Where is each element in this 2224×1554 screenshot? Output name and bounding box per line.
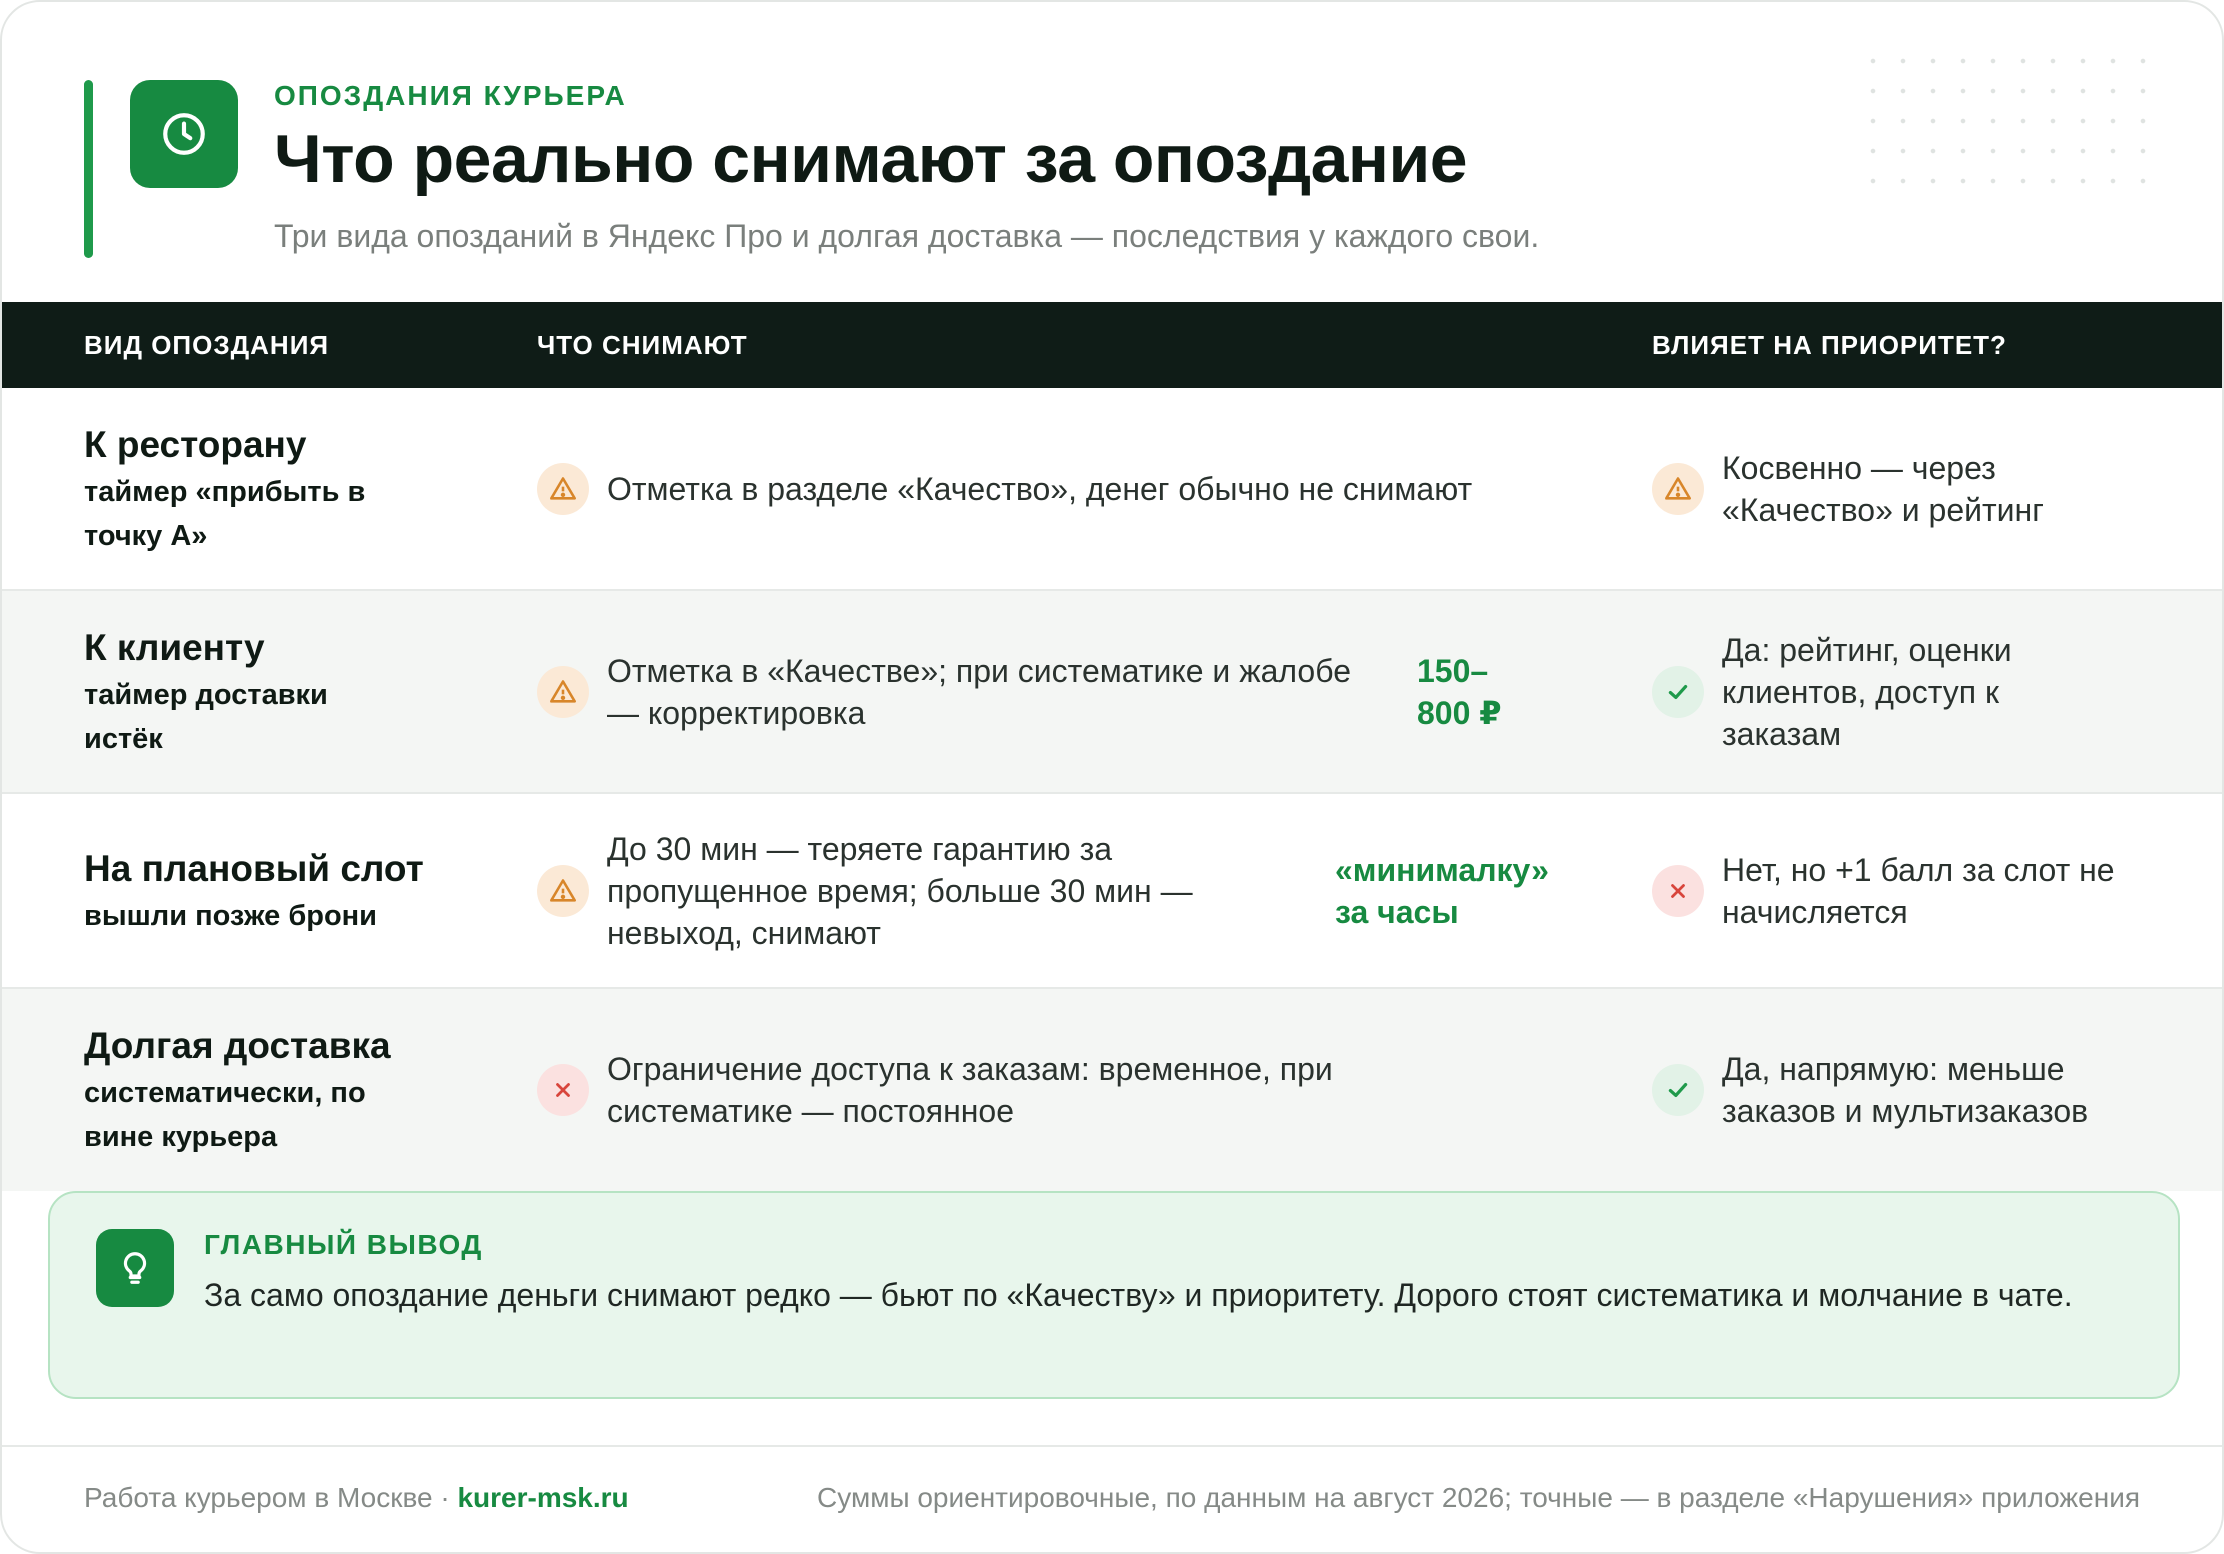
column-header-penalty: ЧТО СНИМАЮТ (537, 329, 748, 360)
footer-note: Суммы ориентировочные, по данным на авгу… (817, 1482, 2140, 1513)
cross-icon (1652, 865, 1704, 917)
lateness-type-subtitle: систематически, по вине курьера (84, 1077, 366, 1153)
penalty-text: Отметка в «Качестве»; при систематике и … (607, 652, 1351, 731)
table-row: К ресторану таймер «прибыть в точку А» О… (2, 388, 2222, 591)
lateness-type-cell: К клиенту таймер доставки истёк (84, 591, 504, 792)
lateness-type-subtitle: таймер «прибыть в точку А» (84, 475, 366, 552)
clock-icon (130, 80, 238, 188)
check-icon (1652, 666, 1704, 718)
lateness-type-title: К клиенту (84, 626, 265, 668)
table-header: ВИД ОПОЗДАНИЯ ЧТО СНИМАЮТ ВЛИЯЕТ НА ПРИО… (2, 302, 2222, 388)
table-row: На плановый слот вышли позже брони До 30… (2, 794, 2222, 989)
penalty-text: До 30 мин — теряете гарантию за пропущен… (607, 830, 1193, 951)
footer-divider (2, 1445, 2222, 1447)
conclusion-text: За само опоздание деньги снимают редко —… (204, 1277, 2073, 1313)
warning-icon (1652, 463, 1704, 515)
lateness-type-cell: Долгая доставка систематически, по вине … (84, 989, 504, 1191)
priority-text: Нет, но +1 балл за слот не начисляется (1722, 851, 2115, 930)
footer-source: Работа курьером в Москве · kurer-msk.ru (84, 1482, 629, 1514)
column-header-priority: ВЛИЯЕТ НА ПРИОРИТЕТ? (1652, 329, 2007, 360)
check-icon (1652, 1064, 1704, 1116)
table-row: К клиенту таймер доставки истёк Отметка … (2, 591, 2222, 794)
priority-text: Косвенно — через «Качество» и рейтинг (1722, 449, 2044, 528)
conclusion-box: ГЛАВНЫЙ ВЫВОД За само опоздание деньги с… (48, 1191, 2180, 1399)
penalty-text: Ограничение доступа к заказам: временное… (607, 1051, 1333, 1129)
infographic-card: ОПОЗДАНИЯ КУРЬЕРА Что реально снимают за… (0, 0, 2224, 1554)
penalty-amount: «минималку» за часы (1335, 851, 1549, 930)
warning-icon (537, 666, 589, 718)
page-title: Что реально снимают за опоздание (274, 121, 1468, 197)
lateness-type-title: К ресторану (84, 423, 307, 465)
column-header-type: ВИД ОПОЗДАНИЯ (84, 329, 330, 360)
eyebrow-label: ОПОЗДАНИЯ КУРЬЕРА (274, 80, 627, 111)
warning-icon (537, 463, 589, 515)
footer-source-text: Работа курьером в Москве · (84, 1482, 458, 1513)
lateness-type-cell: На плановый слот вышли позже брони (84, 794, 504, 987)
priority-text: Да, напрямую: меньше заказов и мультизак… (1722, 1051, 2089, 1129)
header-accent-bar (84, 80, 93, 258)
penalty-text: Отметка в разделе «Качество», денег обыч… (607, 470, 1473, 507)
lightbulb-icon (96, 1229, 174, 1307)
page-subtitle: Три вида опозданий в Яндекс Про и долгая… (274, 218, 1540, 254)
conclusion-label: ГЛАВНЫЙ ВЫВОД (204, 1229, 483, 1260)
lateness-type-title: На плановый слот (84, 847, 424, 889)
table-row: Долгая доставка систематически, по вине … (2, 989, 2222, 1191)
lateness-type-subtitle: вышли позже брони (84, 899, 378, 932)
lateness-type-cell: К ресторану таймер «прибыть в точку А» (84, 388, 504, 589)
warning-icon (537, 865, 589, 917)
penalty-amount: 150–800 ₽ (1417, 652, 1502, 731)
priority-text: Да: рейтинг, оценки клиентов, доступ к з… (1722, 631, 2012, 752)
footer-site-link[interactable]: kurer-msk.ru (457, 1482, 628, 1513)
lateness-type-subtitle: таймер доставки истёк (84, 678, 328, 755)
cross-icon (537, 1064, 589, 1116)
lateness-type-title: Долгая доставка (84, 1025, 391, 1066)
decorative-dot-grid (1858, 46, 2170, 194)
